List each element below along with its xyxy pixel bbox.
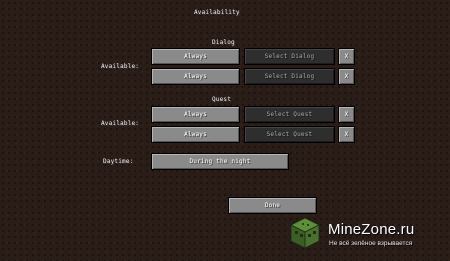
screen-title: Availability	[194, 9, 240, 16]
quest-section-label: Quest	[212, 96, 232, 103]
quest-1-remove-button[interactable]: X	[338, 106, 355, 123]
daytime-button[interactable]: During the night	[151, 153, 289, 170]
quest-2-remove-button[interactable]: X	[338, 126, 355, 143]
daytime-label: Daytime:	[103, 158, 134, 165]
dialog-2-availability-button[interactable]: Always	[151, 68, 240, 85]
dialog-available-label: Available:	[101, 63, 140, 70]
quest-2-select-button[interactable]: Select Quest	[244, 126, 335, 143]
dialog-1-remove-button[interactable]: X	[338, 48, 355, 65]
dialog-1-select-button[interactable]: Select Dialog	[244, 48, 335, 65]
dialog-1-availability-button[interactable]: Always	[151, 48, 240, 65]
quest-2-availability-button[interactable]: Always	[151, 126, 240, 143]
dialog-section-label: Dialog	[212, 39, 235, 46]
watermark-site-name: MineZone.ru	[328, 221, 415, 238]
quest-1-availability-button[interactable]: Always	[151, 106, 240, 123]
dialog-2-select-button[interactable]: Select Dialog	[244, 68, 335, 85]
dialog-2-remove-button[interactable]: X	[338, 68, 355, 85]
watermark: MineZone.ru Не всё зелёное взрывается	[284, 212, 450, 261]
minezone-logo-icon	[290, 217, 320, 249]
watermark-tagline: Не всё зелёное взрывается	[329, 240, 413, 247]
quest-available-label: Available:	[101, 120, 140, 127]
quest-1-select-button[interactable]: Select Quest	[244, 106, 335, 123]
